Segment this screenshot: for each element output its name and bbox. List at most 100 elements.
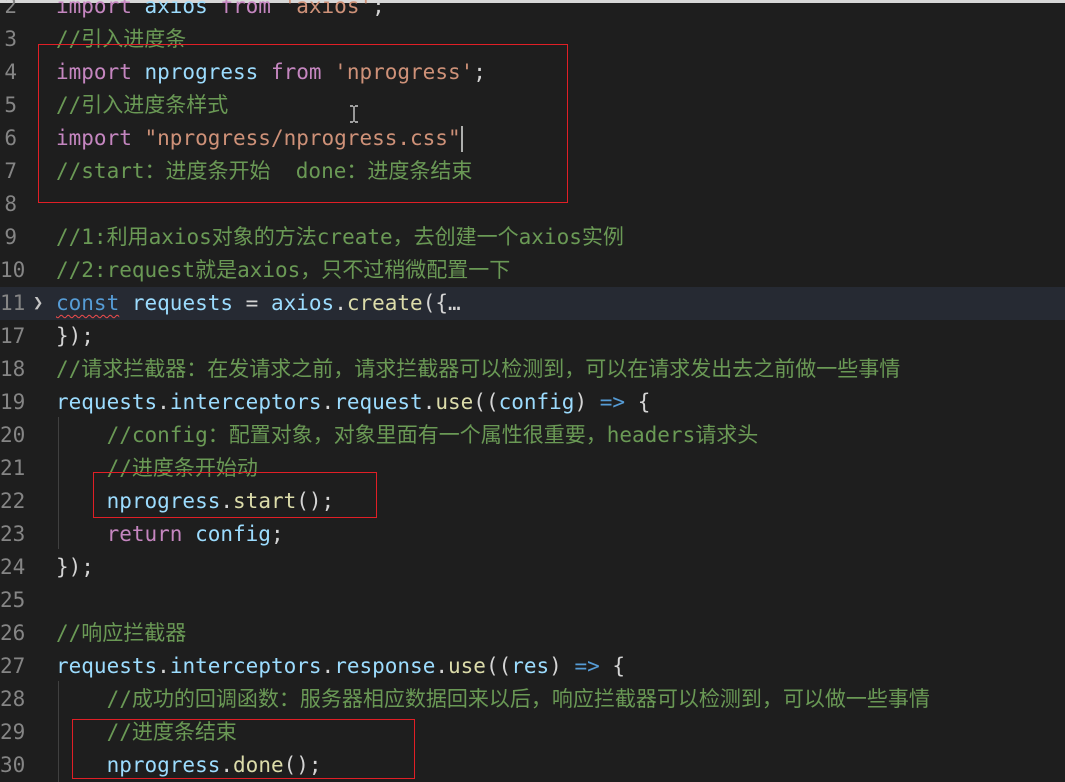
code-line[interactable]: 28 //成功的回调函数：服务器相应数据回来以后，响应拦截器可以检测到，可以做一…: [0, 683, 1065, 716]
code-line[interactable]: 25: [0, 584, 1065, 617]
line-number: 29: [0, 720, 26, 744]
code-token: .: [157, 654, 170, 678]
code-text: requests.interceptors.response.use((res)…: [56, 650, 625, 683]
line-number: 10: [0, 258, 26, 282]
code-token: config: [195, 522, 271, 546]
annotation-box-start: [93, 472, 377, 518]
code-token: import: [56, 0, 132, 18]
code-token: interceptors: [169, 390, 322, 414]
code-token: .: [321, 390, 335, 414]
line-number: 22: [0, 489, 26, 513]
code-token: interceptors: [169, 654, 322, 678]
code-line[interactable]: 10 //2:request就是axios，只不过稍微配置一下: [0, 254, 1065, 287]
code-token: axios: [270, 291, 335, 315]
code-token: .: [334, 291, 347, 315]
code-token: requests: [131, 291, 234, 315]
code-token: ): [574, 390, 600, 414]
line-number: 4: [4, 60, 17, 84]
code-token: ;: [372, 0, 385, 18]
line-number: 6: [4, 126, 17, 150]
code-text: });: [56, 551, 94, 584]
line-number: 28: [0, 687, 26, 711]
code-text: import axios from 'axios';: [56, 0, 385, 23]
line-number: 9: [4, 225, 17, 249]
line-number: 3: [4, 27, 17, 51]
line-number: 18: [0, 357, 26, 381]
code-text: //2:request就是axios，只不过稍微配置一下: [56, 254, 510, 287]
code-token: {: [625, 390, 651, 414]
code-token: ((: [485, 654, 512, 678]
code-token: ((: [473, 390, 499, 414]
code-text: //响应拦截器: [56, 617, 186, 650]
code-token: //响应拦截器: [56, 621, 187, 645]
line-number: 26: [0, 621, 26, 645]
code-token: //成功的回调函数：服务器相应数据回来以后，响应拦截器可以检测到，可以做一些事情: [106, 687, 930, 711]
line-number: 27: [0, 654, 26, 678]
code-token: create: [346, 291, 423, 315]
code-token: axios: [131, 0, 221, 18]
line-number: 11: [0, 291, 26, 315]
line-number: 19: [0, 390, 26, 414]
code-token: use: [448, 654, 486, 678]
code-line[interactable]: 26 //响应拦截器: [0, 617, 1065, 650]
line-number: 24: [0, 555, 26, 579]
code-line[interactable]: 18 //请求拦截器：在发请求之前，请求拦截器可以检测到，可以在请求发出去之前做一…: [0, 353, 1065, 386]
code-token: =>: [599, 390, 626, 414]
code-text: //成功的回调函数：服务器相应数据回来以后，响应拦截器可以检测到，可以做一些事情: [56, 683, 930, 716]
code-token: request: [334, 390, 423, 414]
code-token: res: [511, 654, 550, 678]
code-text: });: [56, 320, 94, 353]
line-number: 17: [0, 324, 26, 348]
code-token: response: [334, 654, 436, 678]
code-token: requests: [56, 654, 158, 678]
code-token: .: [435, 654, 448, 678]
code-token: =: [233, 291, 271, 315]
code-token: 'axios': [283, 0, 373, 18]
line-number: 5: [4, 93, 17, 117]
fold-chevron-icon[interactable]: ❯: [33, 287, 43, 320]
line-number: 2: [4, 0, 17, 18]
code-token: //1:利用axios对象的方法create，去创建一个axios实例: [56, 225, 624, 249]
code-token: …: [448, 291, 461, 315]
indent-guide: [58, 681, 59, 782]
code-text: return config;: [56, 518, 284, 551]
code-token: ;: [270, 522, 284, 546]
code-token: const: [56, 291, 120, 315]
code-token: //config：配置对象，对象里面有一个属性很重要，headers请求头: [106, 423, 759, 447]
annotation-box-imports: [38, 44, 568, 203]
line-number: 21: [0, 456, 26, 480]
code-text: requests.interceptors.request.use((confi…: [56, 386, 650, 419]
code-line[interactable]: 19 requests.interceptors.request.use((con…: [0, 386, 1065, 419]
code-token: return: [106, 522, 183, 546]
code-token: requests: [56, 390, 158, 414]
code-token: =>: [574, 654, 600, 678]
code-editor[interactable]: 2 import axios from 'axios'; 3//引入进度条 4 impo…: [0, 0, 1065, 782]
code-token: config: [498, 390, 575, 414]
code-line[interactable]: 20 //config：配置对象，对象里面有一个属性很重要，headers请求头: [0, 419, 1065, 452]
code-line[interactable]: 2 import axios from 'axios';: [0, 0, 1065, 23]
annotation-box-done: [72, 719, 415, 779]
code-token: .: [321, 654, 335, 678]
code-token: ): [549, 654, 575, 678]
code-line[interactable]: 11 ❯ const requests = axios.create({…: [0, 287, 1065, 320]
code-text: const requests = axios.create({…: [56, 287, 461, 320]
code-token: });: [56, 555, 94, 579]
code-token: });: [56, 324, 94, 348]
line-number: 20: [0, 423, 26, 447]
line-number: 8: [4, 192, 17, 216]
code-line[interactable]: 24});: [0, 551, 1065, 584]
code-line[interactable]: 23 return config;: [0, 518, 1065, 551]
code-line[interactable]: 17});: [0, 320, 1065, 353]
code-token: use: [435, 390, 474, 414]
code-line[interactable]: 9 //1:利用axios对象的方法create，去创建一个axios实例: [0, 221, 1065, 254]
text-cursor-icon: [350, 105, 358, 123]
code-text: //请求拦截器：在发请求之前，请求拦截器可以检测到，可以在请求发出去之前做一些事…: [56, 353, 900, 386]
code-line[interactable]: 27 requests.interceptors.response.use((re…: [0, 650, 1065, 683]
line-number: 30: [0, 753, 26, 777]
code-text: //1:利用axios对象的方法create，去创建一个axios实例: [56, 221, 624, 254]
